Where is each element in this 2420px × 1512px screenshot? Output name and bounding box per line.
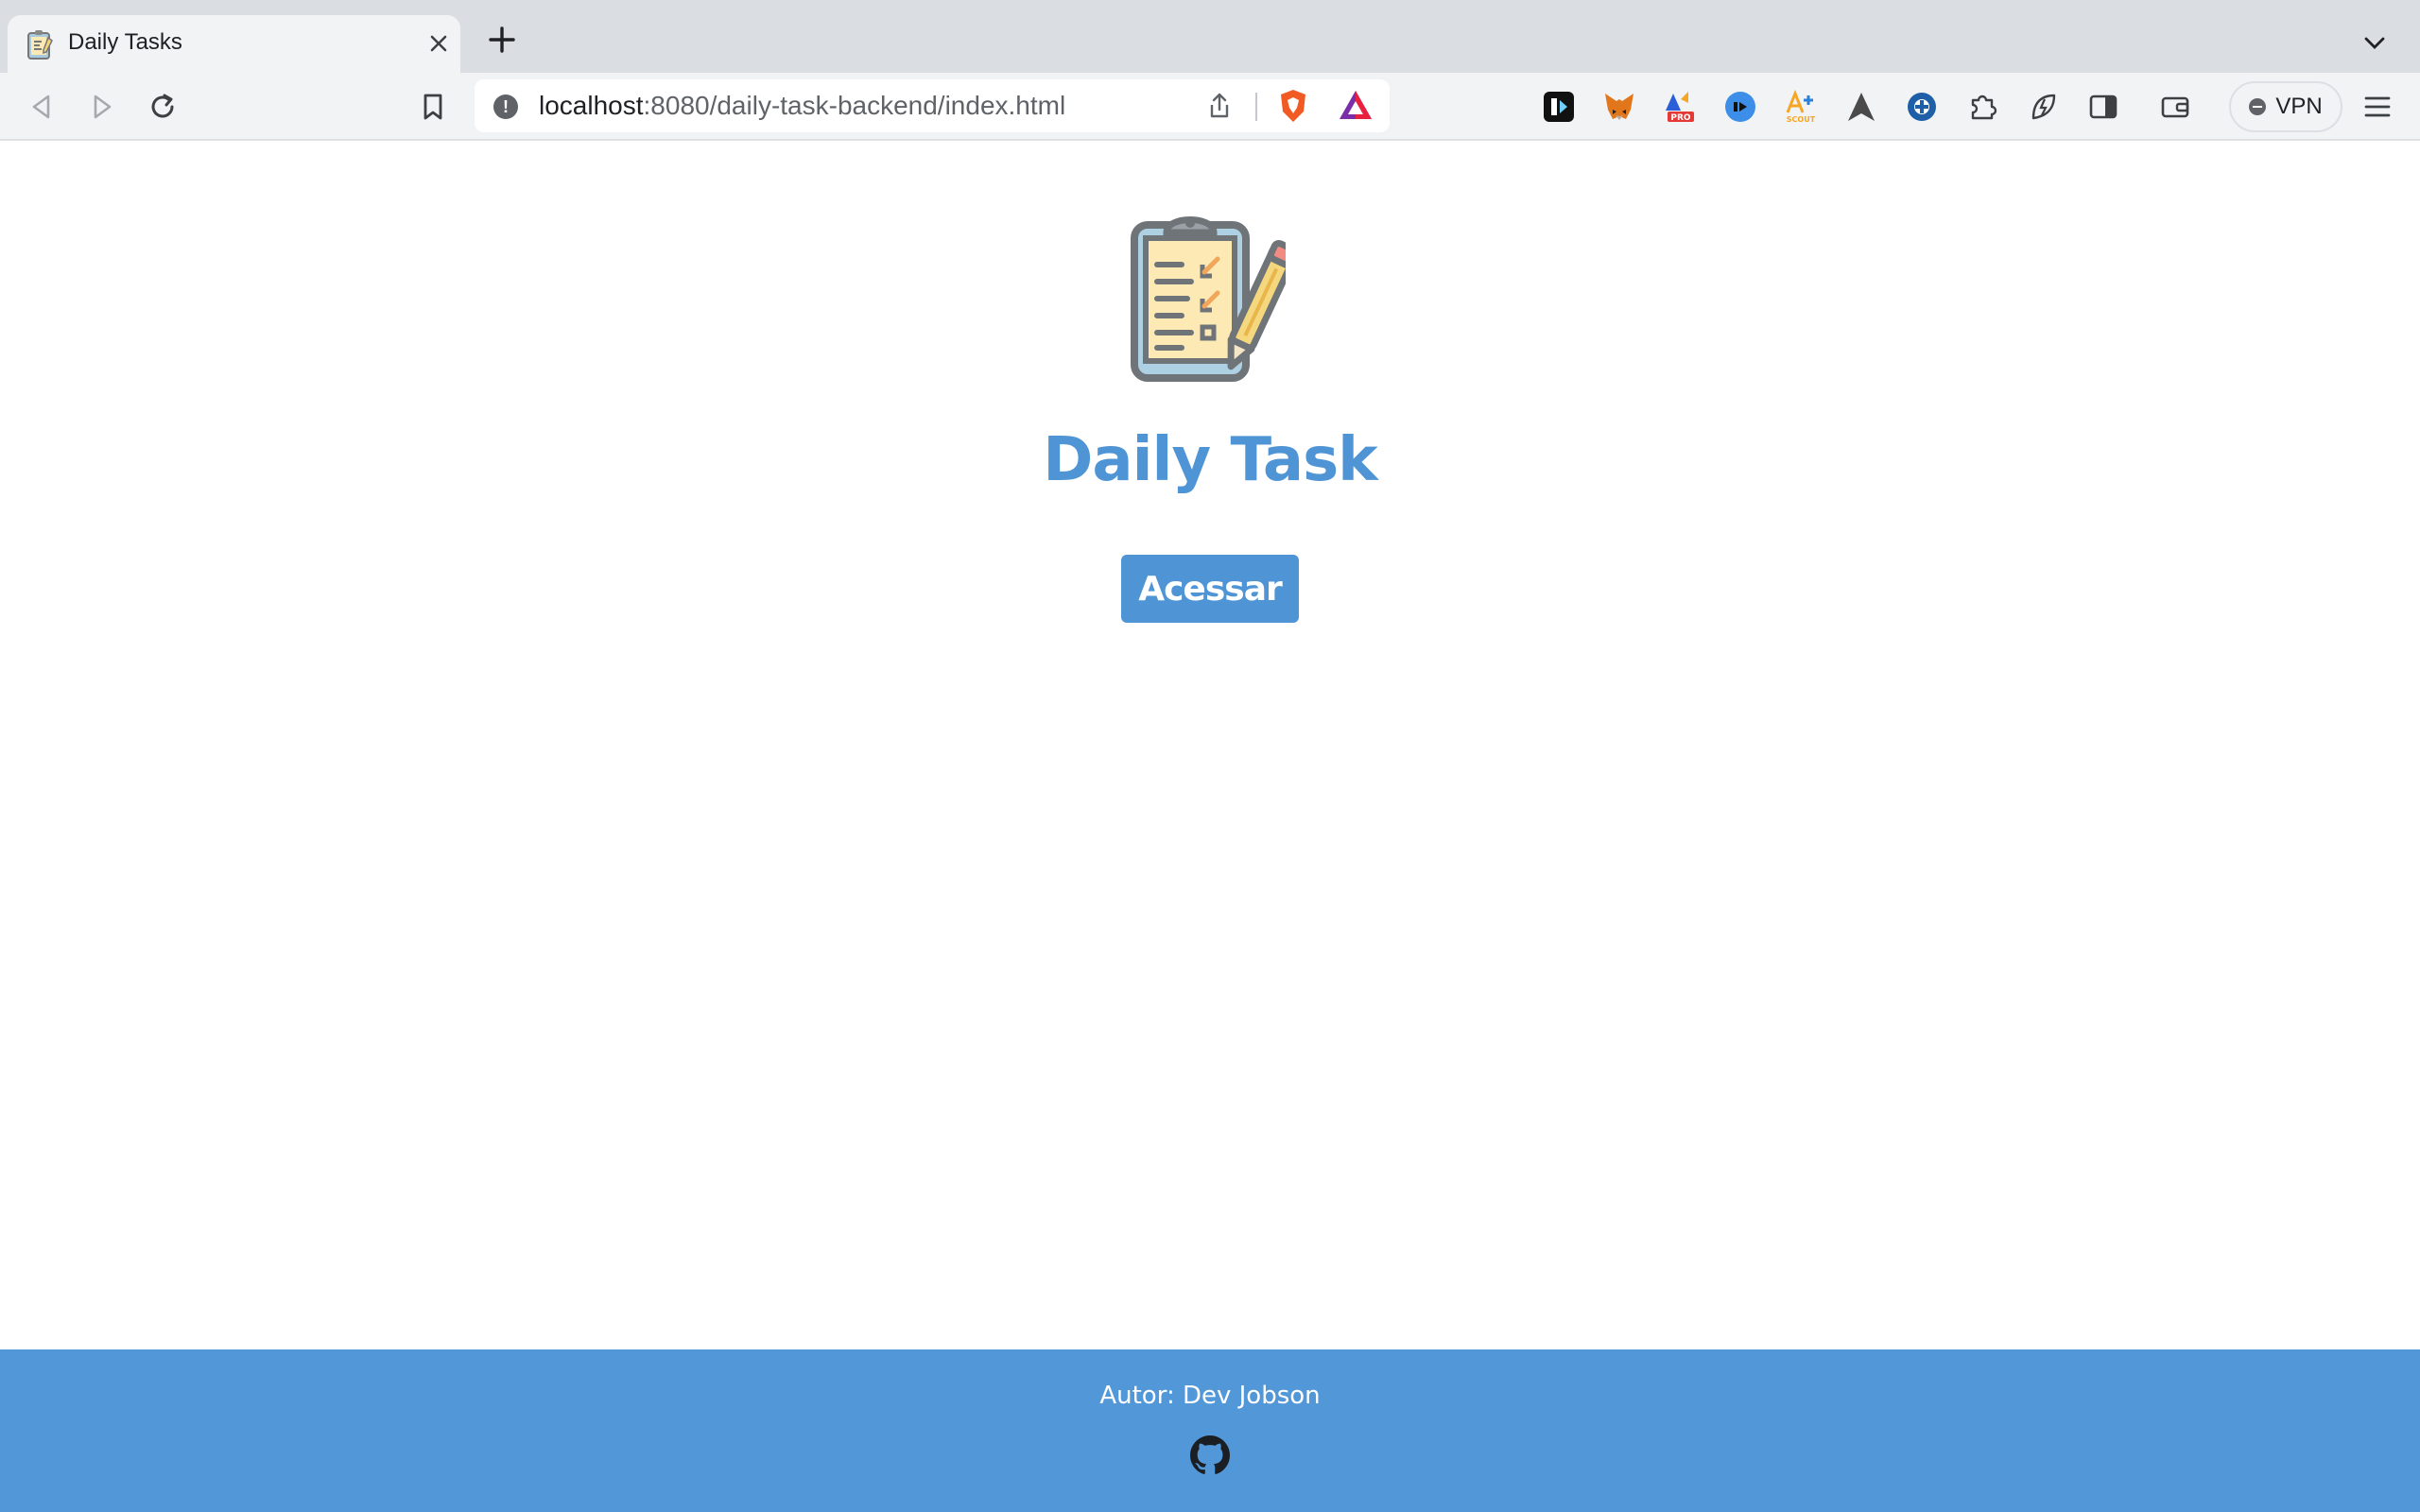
url-text[interactable]: localhost:8080/daily-task-backend/index.… — [539, 79, 1065, 132]
page-content: Daily Task Acessar — [0, 142, 2420, 1349]
brave-rewards-icon[interactable] — [1337, 87, 1374, 125]
scout-icon[interactable]: SCOUT — [1783, 89, 1819, 125]
site-info-icon[interactable]: ! — [493, 94, 518, 119]
clipboard-checklist-icon — [1131, 216, 1286, 382]
toolbar: ! localhost:8080/daily-task-backend/inde… — [0, 73, 2420, 141]
author-text: Autor: Dev Jobson — [1099, 1382, 1321, 1410]
tab-daily-tasks[interactable]: Daily Tasks — [8, 15, 460, 73]
divider — [1255, 93, 1257, 121]
leaf-icon[interactable] — [2025, 89, 2061, 125]
footer: Autor: Dev Jobson — [0, 1349, 2420, 1512]
access-button[interactable]: Acessar — [1121, 555, 1299, 623]
audio-icon[interactable] — [1722, 89, 1758, 125]
back-icon[interactable] — [21, 86, 62, 128]
menu-icon[interactable] — [2360, 89, 2395, 125]
chevron-down-icon[interactable] — [2358, 26, 2392, 60]
svg-text:PRO: PRO — [1670, 113, 1691, 123]
new-tab-icon[interactable] — [486, 24, 518, 56]
svg-text:SCOUT: SCOUT — [1787, 115, 1816, 124]
browser-window: Daily Tasks ! localhost:8080/daily-task-… — [0, 0, 2420, 1512]
tab-title: Daily Tasks — [68, 29, 182, 55]
vpn-status-icon — [2249, 98, 2267, 115]
clipboard-icon — [27, 30, 53, 60]
pro-icon[interactable]: PRO — [1662, 89, 1698, 125]
extension-dark-icon[interactable] — [1541, 89, 1577, 125]
sidebar-icon[interactable] — [2085, 89, 2121, 125]
metamask-icon[interactable] — [1601, 89, 1637, 125]
reload-icon[interactable] — [142, 86, 183, 128]
close-tab-icon[interactable] — [424, 28, 454, 59]
arrow-icon[interactable] — [1843, 89, 1879, 125]
puzzle-icon[interactable] — [1964, 89, 2000, 125]
page-title: Daily Task — [1043, 425, 1377, 495]
forward-icon[interactable] — [81, 86, 123, 128]
bookmark-icon[interactable] — [412, 86, 454, 128]
share-icon[interactable] — [1202, 89, 1236, 123]
address-bar[interactable]: ! localhost:8080/daily-task-backend/inde… — [475, 79, 1390, 132]
brave-shields-icon[interactable] — [1274, 87, 1312, 125]
vpn-label: VPN — [2275, 94, 2323, 119]
vpn-button[interactable]: VPN — [2229, 81, 2342, 132]
github-icon[interactable] — [1190, 1435, 1230, 1475]
tab-strip: Daily Tasks — [0, 0, 2420, 73]
gear-plus-icon[interactable] — [1904, 89, 1940, 125]
wallet-icon[interactable] — [2157, 89, 2193, 125]
